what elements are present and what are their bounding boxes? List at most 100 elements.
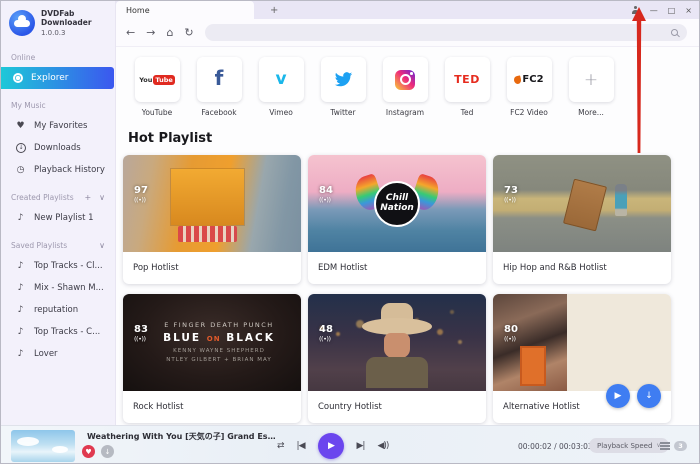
live-icon: ((•)) bbox=[319, 196, 333, 204]
chevron-down-icon[interactable]: ∨ bbox=[99, 193, 105, 202]
site-more[interactable]: + More... bbox=[562, 57, 620, 117]
play-pause-button[interactable]: ▶ bbox=[318, 433, 344, 459]
site-twitter[interactable]: Twitter bbox=[314, 57, 372, 117]
live-icon: ((•)) bbox=[134, 335, 148, 343]
download-playlist-button[interactable]: ↓ bbox=[637, 384, 661, 408]
playlist-card-edm[interactable]: ChillNation 84((•)) EDM Hotlist bbox=[308, 155, 486, 284]
minimize-button[interactable]: — bbox=[650, 6, 658, 15]
app-window: DVDFab Downloader 1.0.0.3 Online Explore… bbox=[0, 0, 700, 464]
sidebar-item-reputation[interactable]: ♪ reputation bbox=[1, 299, 115, 321]
site-youtube[interactable]: YouTube YouTube bbox=[128, 57, 186, 117]
site-label: More... bbox=[578, 108, 604, 117]
playlist-title: Pop Hotlist bbox=[123, 252, 301, 284]
playlist-note-icon: ♪ bbox=[15, 261, 26, 271]
sidebar-item-playback-history[interactable]: ◷ Playback History bbox=[1, 159, 115, 181]
live-icon: ((•)) bbox=[504, 196, 518, 204]
live-icon: ((•)) bbox=[134, 196, 148, 204]
playlist-title: Country Hotlist bbox=[308, 391, 486, 423]
vimeo-icon: v bbox=[275, 71, 286, 88]
created-playlists-label: Created Playlists bbox=[11, 193, 74, 202]
volume-icon[interactable]: ◀)) bbox=[377, 441, 388, 451]
playback-time: 00:00:02 / 00:03:03 bbox=[518, 442, 593, 451]
playlist-thumbnail: 80((•)) bbox=[493, 294, 671, 391]
favorite-button[interactable]: ♥ bbox=[82, 445, 95, 458]
sidebar-item-explorer[interactable]: Explorer bbox=[1, 67, 114, 89]
search-icon[interactable] bbox=[671, 29, 678, 36]
playlist-note-icon: ♪ bbox=[15, 283, 26, 293]
sidebar-item-new-playlist-1[interactable]: ♪ New Playlist 1 bbox=[1, 207, 115, 229]
chevron-down-icon[interactable]: ∨ bbox=[99, 241, 105, 250]
dvdfab-logo-icon bbox=[9, 10, 35, 36]
playback-speed-button[interactable]: Playback Speed ∨ bbox=[589, 438, 669, 453]
site-label: Facebook bbox=[201, 108, 236, 117]
explorer-icon bbox=[13, 73, 23, 83]
playlist-title: EDM Hotlist bbox=[308, 252, 486, 284]
explorer-label: Explorer bbox=[31, 73, 68, 83]
back-button[interactable]: ← bbox=[126, 26, 135, 39]
sidebar-item-lover[interactable]: ♪ Lover bbox=[1, 343, 115, 365]
repeat-icon[interactable]: ⇄ bbox=[277, 441, 284, 451]
site-instagram[interactable]: Instagram bbox=[376, 57, 434, 117]
rock-cover-text: E FINGER DEATH PUNCH BLUE ON BLACK KENNY… bbox=[163, 321, 275, 364]
created-playlists-header: Created Playlists + ∨ bbox=[11, 193, 105, 202]
ted-icon: TED bbox=[454, 73, 480, 86]
chill-nation-logo: ChillNation bbox=[374, 181, 420, 227]
refresh-button[interactable]: ↻ bbox=[184, 26, 193, 39]
maximize-button[interactable]: □ bbox=[668, 6, 676, 15]
site-facebook[interactable]: f Facebook bbox=[190, 57, 248, 117]
playback-speed-label: Playback Speed bbox=[597, 442, 652, 450]
site-label: YouTube bbox=[142, 108, 173, 117]
saved-playlists-label: Saved Playlists bbox=[11, 241, 67, 250]
queue-list-icon bbox=[660, 442, 670, 444]
site-ted[interactable]: TED Ted bbox=[438, 57, 496, 117]
previous-button[interactable]: |◀ bbox=[297, 441, 305, 451]
close-button[interactable]: × bbox=[685, 6, 692, 15]
new-tab-button[interactable]: + bbox=[270, 5, 278, 16]
tab-home[interactable]: Home bbox=[116, 1, 254, 19]
forward-button[interactable]: → bbox=[146, 26, 155, 39]
playlist-note-icon: ♪ bbox=[15, 305, 26, 315]
site-label: Instagram bbox=[386, 108, 424, 117]
download-track-button[interactable]: ↓ bbox=[101, 445, 114, 458]
playlist-label: Top Tracks - Cl... bbox=[34, 261, 103, 271]
playlist-note-icon: ♪ bbox=[15, 349, 26, 359]
play-count: 84 bbox=[319, 185, 333, 196]
playlist-grid: 97((•)) Pop Hotlist ChillNation 84((•)) … bbox=[123, 155, 700, 423]
sidebar-item-my-favorites[interactable]: ♥ My Favorites bbox=[1, 115, 115, 137]
home-button[interactable]: ⌂ bbox=[166, 26, 173, 39]
playlist-card-rock[interactable]: E FINGER DEATH PUNCH BLUE ON BLACK KENNY… bbox=[123, 294, 301, 423]
add-playlist-button[interactable]: + bbox=[84, 193, 91, 202]
online-section-label: Online bbox=[11, 53, 115, 62]
playback-controls: ⇄ |◀ ▶ ▶| ◀)) bbox=[277, 426, 388, 464]
playlist-thumbnail: 97((•)) bbox=[123, 155, 301, 252]
address-bar[interactable] bbox=[205, 24, 687, 41]
now-playing-title: Weathering With You [天気の子] Grand Escape bbox=[87, 431, 279, 442]
cowboy-figure bbox=[362, 302, 432, 388]
sidebar: DVDFab Downloader 1.0.0.3 Online Explore… bbox=[1, 1, 116, 425]
next-button[interactable]: ▶| bbox=[357, 441, 365, 451]
my-favorites-label: My Favorites bbox=[34, 121, 87, 131]
playlist-card-alternative[interactable]: 80((•)) ▶ ↓ Alternative Hotlist bbox=[493, 294, 671, 423]
playlist-title: Rock Hotlist bbox=[123, 391, 301, 423]
playlist-card-country[interactable]: 48((•)) Country Hotlist bbox=[308, 294, 486, 423]
sidebar-item-downloads[interactable]: ↓ Downloads bbox=[1, 137, 115, 159]
site-label: Ted bbox=[461, 108, 474, 117]
more-plus-icon: + bbox=[584, 70, 598, 90]
play-playlist-button[interactable]: ▶ bbox=[606, 384, 630, 408]
sidebar-item-mix-shawn[interactable]: ♪ Mix - Shawn M... bbox=[1, 277, 115, 299]
playlist-card-hiphop[interactable]: 73((•)) Hip Hop and R&B Hotlist bbox=[493, 155, 671, 284]
sidebar-item-top-tracks-2[interactable]: ♪ Top Tracks - C... bbox=[1, 321, 115, 343]
site-fc2[interactable]: FC2 FC2 Video bbox=[500, 57, 558, 117]
site-vimeo[interactable]: v Vimeo bbox=[252, 57, 310, 117]
playlist-label: Mix - Shawn M... bbox=[34, 283, 104, 293]
youtube-icon: YouTube bbox=[139, 75, 175, 85]
playlist-label: reputation bbox=[34, 305, 78, 315]
now-playing-thumbnail[interactable] bbox=[11, 430, 75, 462]
play-count: 48 bbox=[319, 324, 333, 335]
queue-button[interactable]: 3 bbox=[660, 441, 687, 451]
player-bar: Weathering With You [天気の子] Grand Escape … bbox=[1, 425, 700, 464]
playlist-card-pop[interactable]: 97((•)) Pop Hotlist bbox=[123, 155, 301, 284]
play-count: 73 bbox=[504, 185, 518, 196]
sidebar-item-top-tracks-1[interactable]: ♪ Top Tracks - Cl... bbox=[1, 255, 115, 277]
annotation-arrow bbox=[628, 7, 650, 153]
